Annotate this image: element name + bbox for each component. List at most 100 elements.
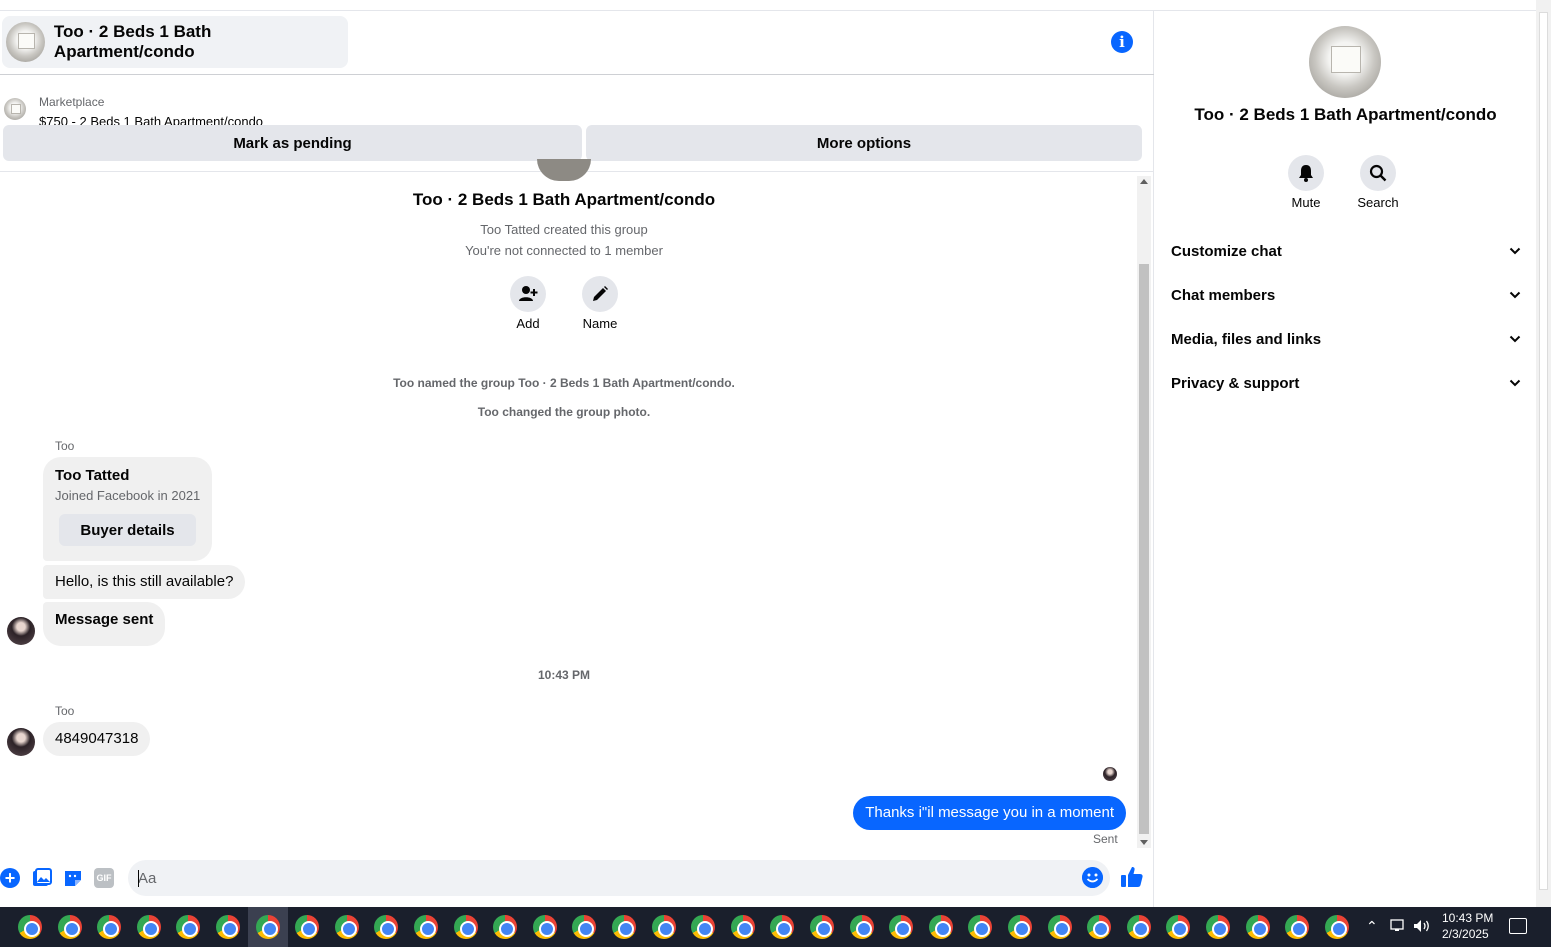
marketplace-label: Marketplace bbox=[39, 95, 105, 109]
taskbar-chrome-button[interactable] bbox=[921, 907, 961, 947]
scroll-thumb[interactable] bbox=[1139, 264, 1149, 834]
chrome-icon bbox=[1008, 915, 1032, 939]
taskbar-chrome-button[interactable] bbox=[208, 907, 248, 947]
taskbar-chrome-button[interactable] bbox=[1198, 907, 1238, 947]
message-input[interactable] bbox=[128, 860, 1110, 896]
emoji-icon[interactable] bbox=[1082, 867, 1103, 888]
more-options-button[interactable]: More options bbox=[586, 125, 1142, 161]
chat-members-section[interactable]: Chat members bbox=[1171, 281, 1521, 309]
taskbar-chrome-button[interactable] bbox=[247, 907, 288, 947]
taskbar-chrome-button[interactable] bbox=[1079, 907, 1119, 947]
scroll-down-icon[interactable] bbox=[1140, 840, 1148, 845]
taskbar-chrome-button[interactable] bbox=[366, 907, 406, 947]
taskbar-chrome-button[interactable] bbox=[485, 907, 525, 947]
photo-icon[interactable] bbox=[32, 868, 52, 888]
outgoing-message[interactable]: Thanks i"il message you in a moment bbox=[853, 796, 1126, 830]
chevron-down-icon bbox=[1509, 379, 1521, 387]
taskbar-chrome-button[interactable] bbox=[960, 907, 1000, 947]
section-label: Chat members bbox=[1171, 286, 1276, 304]
system-clock[interactable]: 10:43 PM 2/3/2025 bbox=[1442, 910, 1493, 942]
search-button[interactable] bbox=[1360, 155, 1396, 191]
bell-icon bbox=[1299, 165, 1313, 182]
sticker-icon[interactable] bbox=[63, 868, 83, 888]
taskbar-chrome-button[interactable] bbox=[50, 907, 90, 947]
buyer-profile-card: Too Tatted Joined Facebook in 2021 Buyer… bbox=[43, 457, 212, 561]
taskbar-chrome-button[interactable] bbox=[446, 907, 486, 947]
mute-button[interactable] bbox=[1288, 155, 1324, 191]
plus-icon[interactable]: + bbox=[0, 868, 20, 888]
taskbar-chrome-button[interactable] bbox=[762, 907, 802, 947]
name-group-button[interactable] bbox=[582, 276, 618, 312]
chrome-icon bbox=[1087, 915, 1112, 939]
add-member-button[interactable] bbox=[510, 276, 546, 312]
chat-header: Too · 2 Beds 1 Bath Apartment/condo i bbox=[0, 11, 1154, 75]
gif-icon[interactable]: GIF bbox=[94, 868, 114, 888]
taskbar-chrome-button[interactable] bbox=[723, 907, 763, 947]
conversation-title-button[interactable]: Too · 2 Beds 1 Bath Apartment/condo bbox=[2, 16, 348, 68]
browser-top-strip bbox=[0, 0, 1536, 11]
taskbar-chrome-button[interactable] bbox=[525, 907, 565, 947]
thread-scrollbar[interactable] bbox=[1137, 176, 1151, 848]
media-files-links-section[interactable]: Media, files and links bbox=[1171, 325, 1521, 353]
chrome-icon bbox=[295, 915, 320, 939]
chrome-icon bbox=[1245, 915, 1270, 939]
volume-icon[interactable] bbox=[1413, 919, 1431, 933]
taskbar-chrome-button[interactable] bbox=[1317, 907, 1357, 947]
taskbar-chrome-button[interactable] bbox=[89, 907, 129, 947]
network-icon[interactable] bbox=[1390, 919, 1408, 933]
info-icon[interactable]: i bbox=[1111, 31, 1133, 53]
incoming-message[interactable]: 4849047318 bbox=[43, 722, 151, 756]
system-message: Too changed the group photo. bbox=[477, 405, 651, 419]
marketplace-listing-row[interactable]: Marketplace $750 - 2 Beds 1 Bath Apartme… bbox=[0, 84, 1154, 129]
taskbar-chrome-button[interactable] bbox=[1158, 907, 1198, 947]
conversation-details-panel: Too · 2 Beds 1 Bath Apartment/condo Mute… bbox=[1155, 11, 1536, 907]
window-scrollbar[interactable] bbox=[1536, 0, 1551, 907]
taskbar-chrome-button[interactable] bbox=[604, 907, 644, 947]
customize-chat-section[interactable]: Customize chat bbox=[1171, 237, 1521, 265]
taskbar-chrome-button[interactable] bbox=[564, 907, 604, 947]
taskbar-chrome-button[interactable] bbox=[327, 907, 367, 947]
pencil-icon bbox=[593, 286, 608, 301]
taskbar-chrome-button[interactable] bbox=[881, 907, 921, 947]
scroll-up-icon[interactable] bbox=[1140, 179, 1148, 184]
mark-as-pending-button[interactable]: Mark as pending bbox=[3, 125, 582, 161]
chrome-icon bbox=[612, 915, 636, 939]
chrome-icon bbox=[136, 915, 161, 939]
read-receipt-avatar bbox=[1103, 767, 1117, 781]
taskbar-chrome-button[interactable] bbox=[168, 907, 208, 947]
thumbs-up-icon[interactable] bbox=[1120, 865, 1144, 889]
incoming-message[interactable]: Hello, is this still available? bbox=[43, 565, 246, 599]
incoming-message[interactable]: Message sent bbox=[43, 602, 166, 646]
chevron-up-icon[interactable]: ⌃ bbox=[1366, 918, 1378, 935]
privacy-support-section[interactable]: Privacy & support bbox=[1171, 369, 1521, 397]
taskbar-chrome-button[interactable] bbox=[1040, 907, 1080, 947]
chrome-icon bbox=[849, 915, 874, 939]
window-scroll-thumb[interactable] bbox=[1539, 12, 1548, 890]
chrome-icon bbox=[691, 915, 716, 939]
panel-title: Too · 2 Beds 1 Bath Apartment/condo bbox=[1194, 105, 1497, 124]
chrome-icon bbox=[414, 915, 438, 939]
taskbar-chrome-button[interactable] bbox=[129, 907, 169, 947]
taskbar-chrome-button[interactable] bbox=[287, 907, 327, 947]
group-avatar-large[interactable] bbox=[1309, 26, 1381, 98]
taskbar-chrome-button[interactable] bbox=[683, 907, 723, 947]
taskbar-chrome-button[interactable] bbox=[644, 907, 684, 947]
sender-avatar[interactable] bbox=[7, 617, 35, 645]
taskbar-chrome-button[interactable] bbox=[1119, 907, 1159, 947]
chrome-icon bbox=[532, 915, 557, 939]
taskbar-chrome-button[interactable] bbox=[802, 907, 842, 947]
taskbar-chrome-button[interactable] bbox=[1000, 907, 1040, 947]
chrome-icon bbox=[97, 915, 122, 939]
chrome-icon bbox=[1166, 915, 1191, 939]
listing-thumbnail bbox=[4, 98, 26, 120]
buyer-details-button[interactable]: Buyer details bbox=[59, 514, 196, 546]
taskbar-chrome-button[interactable] bbox=[1277, 907, 1317, 947]
notification-icon[interactable] bbox=[1509, 918, 1527, 934]
taskbar-chrome-button[interactable] bbox=[842, 907, 882, 947]
chrome-icon bbox=[1324, 915, 1349, 939]
taskbar-chrome-button[interactable] bbox=[406, 907, 446, 947]
group-connection-text: You're not connected to 1 member bbox=[465, 243, 663, 258]
taskbar-chrome-button[interactable] bbox=[10, 907, 50, 947]
taskbar-chrome-button[interactable] bbox=[1238, 907, 1278, 947]
sender-avatar[interactable] bbox=[7, 728, 35, 756]
